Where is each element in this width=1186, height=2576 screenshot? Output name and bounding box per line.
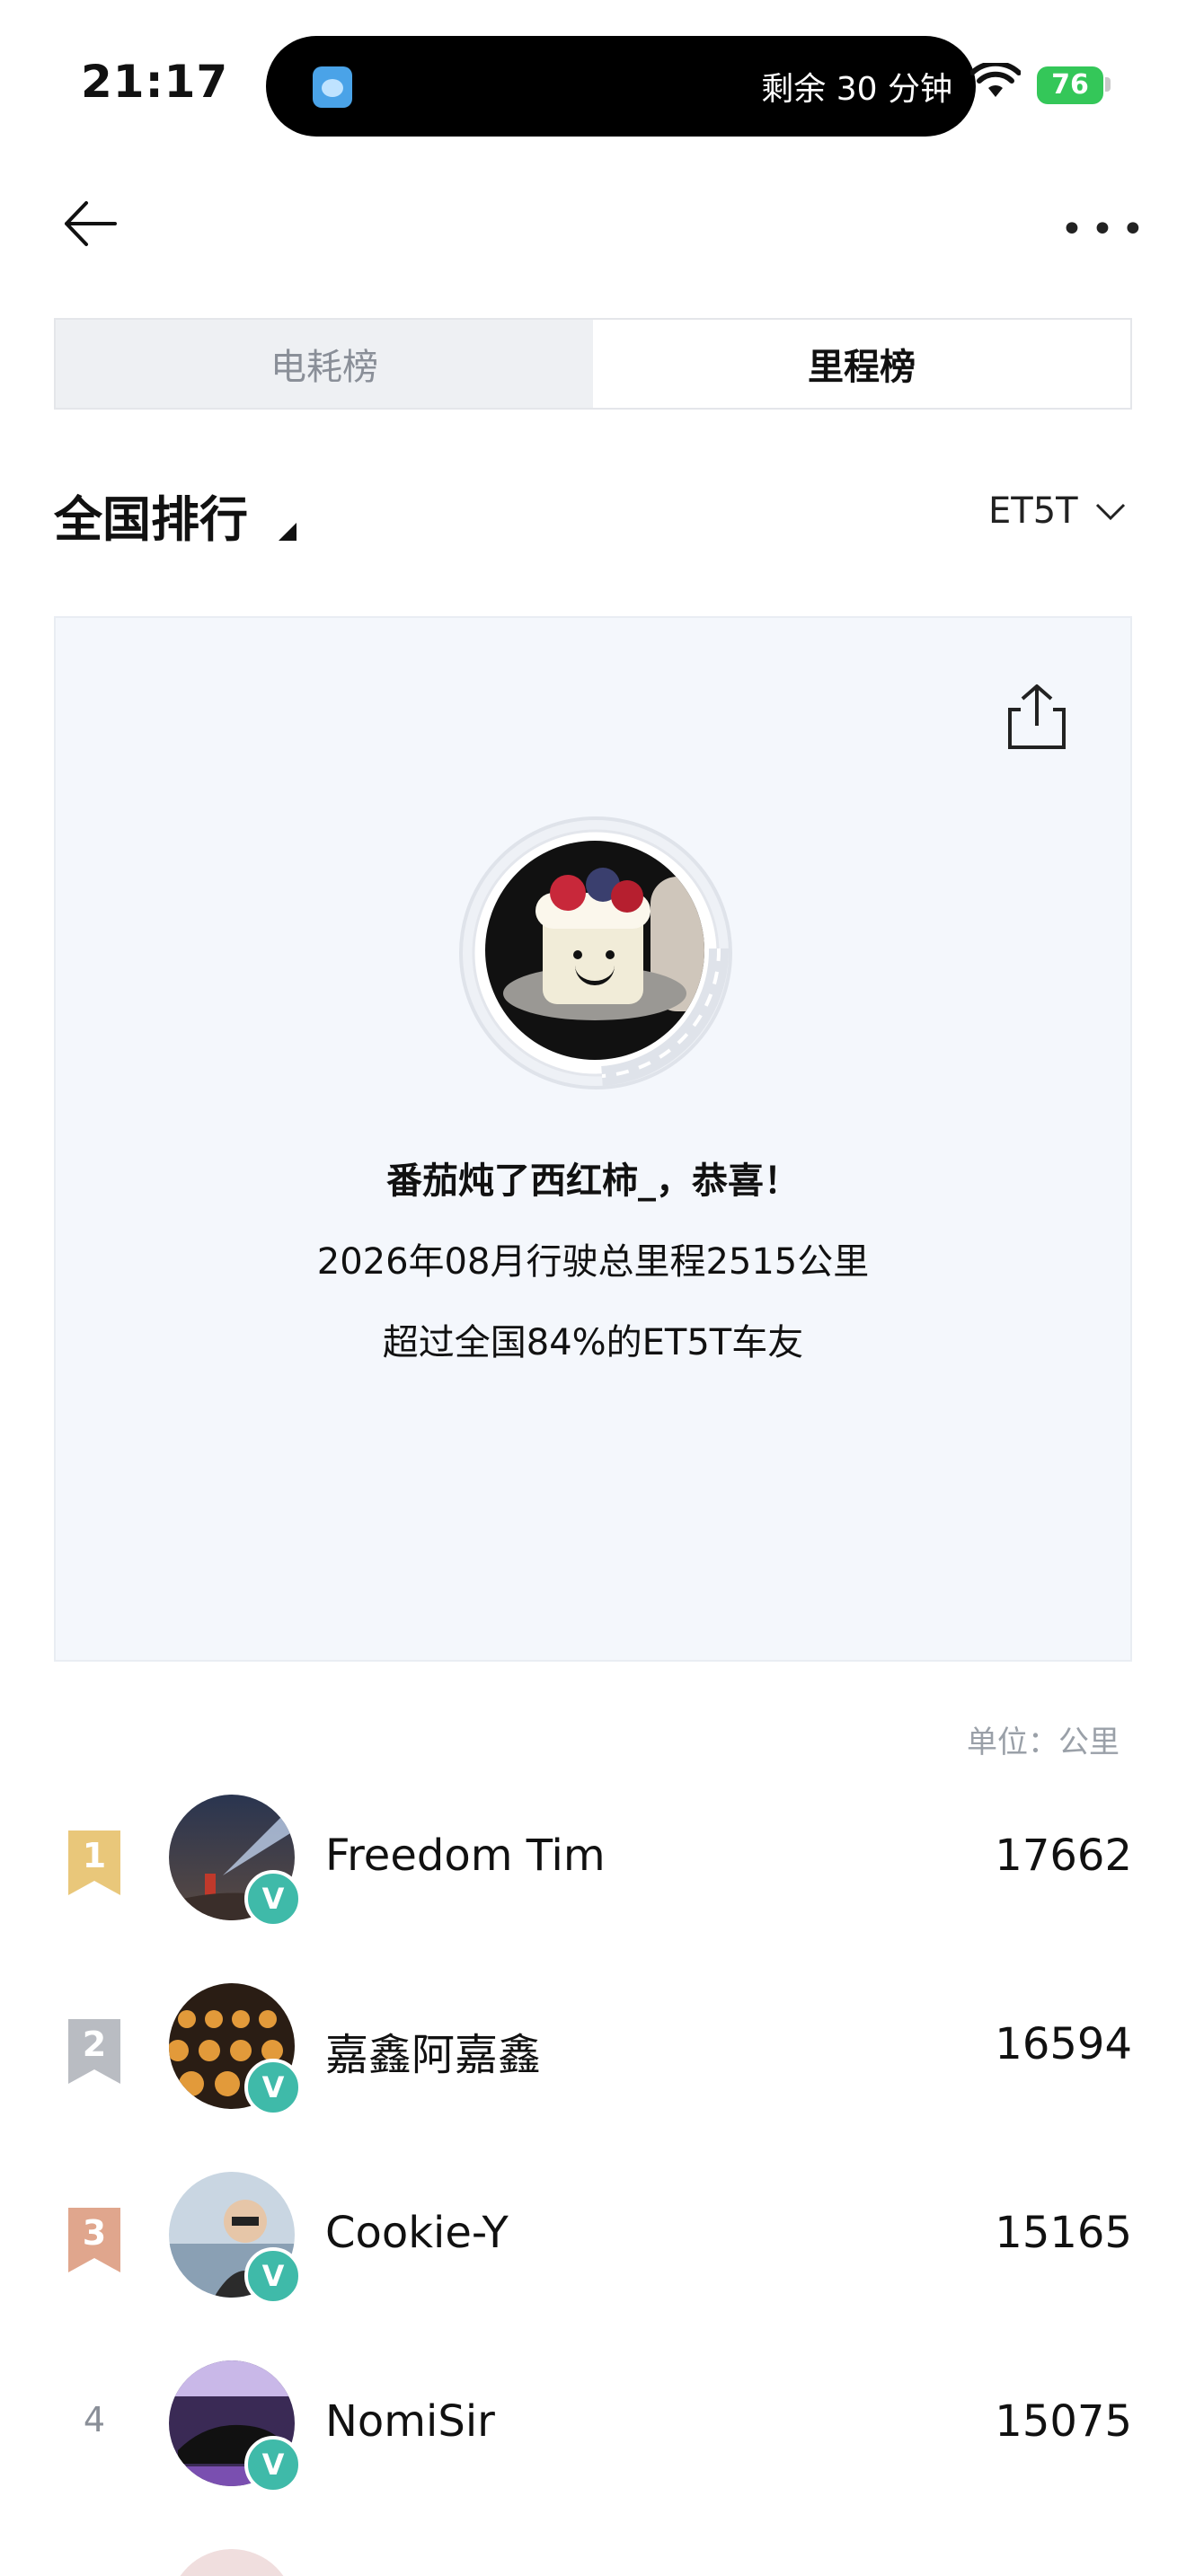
unit-label: 单位：公里: [967, 1725, 1120, 1760]
ranking-row[interactable]: 3 V Cookie-Y 15165: [54, 2172, 1132, 2307]
verified-badge: V: [244, 2247, 302, 2305]
bronze-rank-badge: 3: [68, 2208, 120, 2272]
battery-indicator: 76: [1037, 66, 1103, 104]
ranking-score: 16594: [995, 2019, 1132, 2069]
avatar-eye: [573, 950, 582, 959]
region-dropdown-icon[interactable]: [279, 523, 296, 541]
user-avatar[interactable]: [485, 841, 704, 1060]
ranking-score: 15075: [995, 2396, 1132, 2447]
app-icon: [313, 66, 352, 108]
ranking-username[interactable]: Cookie-Y: [325, 2208, 509, 2258]
model-selector[interactable]: ET5T: [988, 490, 1078, 532]
percentile-text: 超过全国84%的ET5T车友: [382, 1322, 804, 1363]
island-timer-text: 剩余 30 分钟: [761, 71, 952, 108]
gold-rank-badge: 1: [68, 1831, 120, 1895]
verified-badge: V: [244, 2059, 302, 2116]
region-selector[interactable]: 全国排行: [54, 480, 248, 551]
dynamic-island[interactable]: 剩余 30 分钟: [266, 36, 976, 137]
user-summary-card: [54, 616, 1132, 1662]
rank-number: 4: [83, 2400, 106, 2439]
silver-rank-badge: 2: [68, 2019, 120, 2084]
verified-badge: V: [244, 1870, 302, 1928]
ranking-username[interactable]: 嘉鑫阿嘉鑫: [325, 2019, 541, 2082]
avatar-berry: [611, 880, 643, 913]
ranking-username[interactable]: NomiSir: [325, 2396, 495, 2447]
avatar-eye: [606, 950, 615, 959]
ranking-username[interactable]: Freedom Tim: [325, 1831, 606, 1881]
status-time: 21:17: [81, 56, 229, 108]
battery-tip: [1105, 77, 1111, 92]
ranking-row[interactable]: 1 V Freedom Tim 17662: [54, 1795, 1132, 1929]
avatar[interactable]: [169, 2549, 295, 2576]
ranking-row[interactable]: 4 V NomiSir 15075: [54, 2360, 1132, 2495]
avatar-berry: [550, 875, 586, 911]
ranking-score: 17662: [995, 1831, 1132, 1881]
mileage-summary-text: 2026年08月行驶总里程2515公里: [316, 1241, 870, 1283]
tab-mileage[interactable]: 里程榜: [593, 320, 1130, 408]
verified-badge: V: [244, 2436, 302, 2493]
more-options-icon[interactable]: •••: [1060, 207, 1152, 252]
share-icon[interactable]: [1005, 683, 1069, 751]
chevron-down-icon[interactable]: [1094, 501, 1127, 523]
ranking-score: 15165: [995, 2208, 1132, 2258]
ranking-row[interactable]: 2 V 嘉鑫阿嘉鑫 16594: [54, 1983, 1132, 2118]
congrats-text: 番茄炖了西红柿_，恭喜！: [386, 1160, 800, 1202]
leaderboard-tabs: 电耗榜 里程榜: [54, 318, 1132, 410]
back-arrow-icon[interactable]: [59, 192, 122, 255]
wifi-icon: [970, 63, 1021, 97]
tab-energy-consumption[interactable]: 电耗榜: [56, 320, 593, 408]
